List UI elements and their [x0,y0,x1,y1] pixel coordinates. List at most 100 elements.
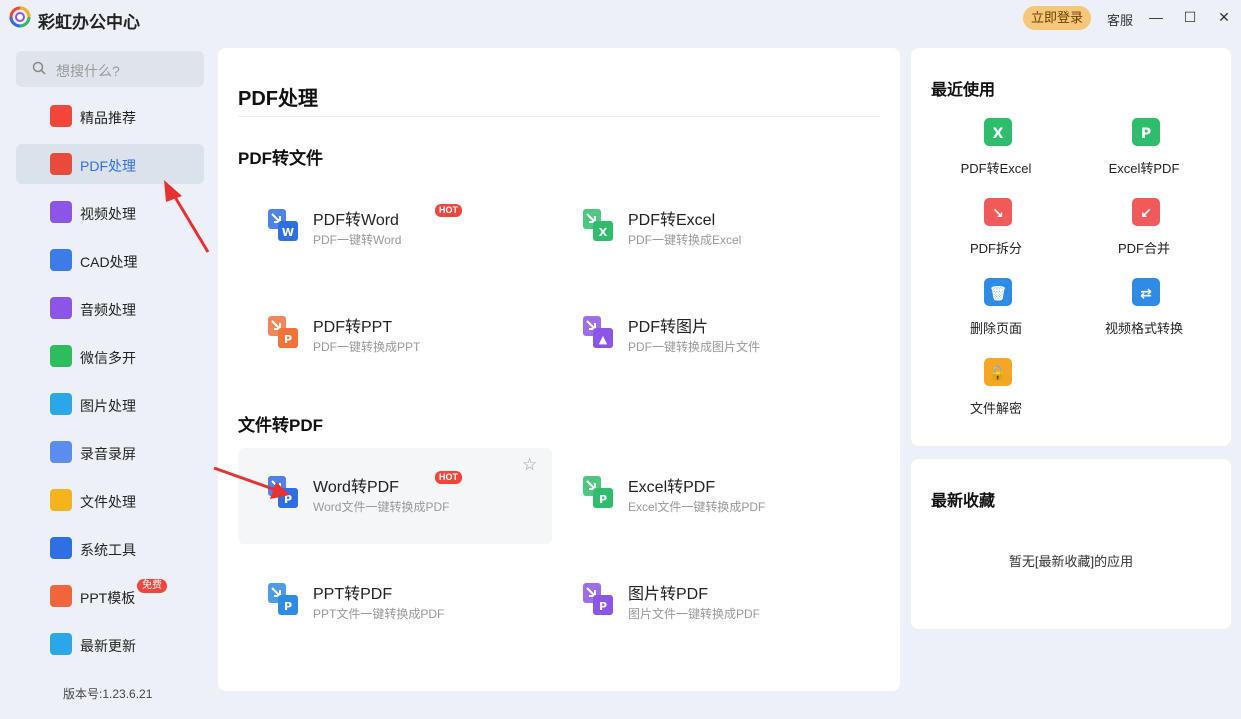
tool-card[interactable]: P 图片转PDF 图片文件一键转换成PDF [553,555,867,651]
recent-title: 最近使用 [931,82,996,99]
pdf-merge-icon: ↙ [1132,198,1160,226]
tool-description: PDF一键转换成Excel [628,233,742,247]
sidebar-item-9[interactable]: 系统工具 [16,528,204,568]
recent-item[interactable]: 🔓 文件解密 [921,356,1071,426]
svg-text:🗑: 🗑 [989,285,1007,302]
svg-text:P: P [284,333,292,346]
tool-name: PDF转PPT [313,319,393,336]
tool-description: PDF一键转换成PPT [313,340,421,354]
pdf-to-word-icon: W [268,209,298,241]
main-panel: PDF处理 PDF转文件 文件转PDF W PDF转Word PDF一键转Word H… [218,48,900,691]
svg-text:🔓: 🔓 [989,365,1006,382]
pdf-split-icon: ↘ [984,198,1012,226]
sidebar-item-6[interactable]: 图片处理 [16,384,204,424]
hot-badge: HOT [435,471,462,484]
sidebar-item-2[interactable]: 视频处理 [16,192,204,232]
gear-icon [50,537,72,559]
favorite-star-icon[interactable]: ☆ [522,455,537,475]
section-title-file-to-pdf: 文件转PDF [238,416,323,435]
sidebar-item-label: CAD处理 [80,254,138,270]
sidebar-item-4[interactable]: 音频处理 [16,288,204,328]
svg-text:⇄: ⇄ [1140,286,1152,302]
page-title: PDF处理 [238,88,318,110]
recent-item[interactable]: X PDF转Excel [921,116,1071,186]
mic-icon [50,441,72,463]
tool-card[interactable]: P PPT转PDF PPT文件一键转换成PDF [238,555,552,651]
title-bar: 彩虹办公中心 立即登录 客服 — ☐ ✕ [0,0,1241,36]
pdf-icon [50,153,72,175]
update-icon [50,633,72,655]
svg-text:↘: ↘ [992,206,1004,222]
svg-text:▲: ▲ [599,333,608,346]
video-convert-icon: ⇄ [1132,278,1160,306]
sidebar-item-label: 微信多开 [80,350,136,366]
minimize-icon[interactable]: — [1148,8,1164,26]
ppt-to-pdf-icon: P [268,583,298,615]
tool-name: PDF转Word [313,212,399,229]
sidebar-item-5[interactable]: 微信多开 [16,336,204,376]
version-label: 版本号:1.23.6.21 [63,687,153,701]
tool-description: PDF一键转换成图片文件 [628,340,761,354]
tool-description: 图片文件一键转换成PDF [628,607,761,621]
svg-text:X: X [599,226,608,239]
sidebar-item-1[interactable]: PDF处理 [16,144,204,184]
image-icon [50,393,72,415]
svg-text:P: P [599,600,607,613]
recent-item-label: PDF拆分 [969,241,1022,256]
folder-icon [50,489,72,511]
video-icon [50,201,72,223]
sidebar-item-label: 图片处理 [80,398,136,414]
sidebar-item-label: 音频处理 [80,302,136,318]
tool-name: Excel转PDF [628,479,716,496]
favorites-empty-text: 暂无[最新收藏]的应用 [1008,554,1134,569]
maximize-icon[interactable]: ☐ [1182,8,1198,26]
recent-item[interactable]: 🗑 删除页面 [921,276,1071,346]
sidebar-item-3[interactable]: CAD处理 [16,240,204,280]
search-icon [32,61,46,75]
tool-name: PDF转Excel [628,212,716,229]
image-to-pdf-icon: P [583,583,613,615]
customer-service-button[interactable]: 客服 [1107,10,1133,29]
sidebar-item-8[interactable]: 文件处理 [16,480,204,520]
sidebar-item-11[interactable]: 最新更新 [16,624,204,664]
svg-text:↙: ↙ [1140,206,1152,222]
recent-panel: 最近使用 X PDF转Excel P Excel转PDF ↘ PDF拆分 ↙ PDF合并 🗑 删除… [911,48,1231,446]
pdf-to-image-icon: ▲ [583,316,613,348]
ppt-icon [50,585,72,607]
recent-item[interactable]: P Excel转PDF [1069,116,1219,186]
sidebar-item-10[interactable]: PPT模板 免费 [16,576,204,616]
search-input[interactable]: 想搜什么? [16,51,204,87]
sidebar-item-label: 系统工具 [80,542,136,558]
login-button[interactable]: 立即登录 [1023,6,1091,30]
tool-card[interactable]: P PDF转PPT PDF一键转换成PPT [238,288,552,384]
close-icon[interactable]: ✕ [1216,8,1232,26]
tool-card[interactable]: X PDF转Excel PDF一键转换成Excel [553,181,867,277]
tool-card[interactable]: W PDF转Word PDF一键转Word HOT [238,181,552,277]
word-to-pdf-icon: P [268,476,298,508]
recent-item[interactable]: ↙ PDF合并 [1069,196,1219,266]
sidebar-item-label: PPT模板 [80,590,136,606]
recent-item[interactable]: ↘ PDF拆分 [921,196,1071,266]
pdf-to-excel-icon: X [583,209,613,241]
file-decrypt-icon: 🔓 [984,358,1012,386]
favorites-panel: 最新收藏 暂无[最新收藏]的应用 [911,459,1231,629]
sidebar-item-label: 最新更新 [80,638,136,654]
sidebar-item-0[interactable]: 精品推荐 [16,96,204,136]
app-logo-icon [9,6,31,28]
recent-item[interactable]: ⇄ 视频格式转换 [1069,276,1219,346]
recent-item-label: PDF转Excel [960,161,1032,176]
tool-description: Excel文件一键转换成PDF [628,500,766,514]
favorites-title: 最新收藏 [931,493,996,510]
free-badge: 免费 [137,579,167,593]
sidebar-item-label: 精品推荐 [80,110,136,126]
excel-to-pdf-icon: P [1132,118,1160,146]
tool-card[interactable]: P Word转PDF Word文件一键转换成PDF HOT ☆ [238,448,552,544]
divider [238,116,880,117]
app-title: 彩虹办公中心 [38,13,140,32]
sidebar-item-7[interactable]: 录音录屏 [16,432,204,472]
search-placeholder: 想搜什么? [56,63,120,79]
tool-card[interactable]: ▲ PDF转图片 PDF一键转换成图片文件 [553,288,867,384]
tool-card[interactable]: P Excel转PDF Excel文件一键转换成PDF [553,448,867,544]
recent-item-label: 文件解密 [969,401,1022,416]
thumbs-up-icon [50,105,72,127]
